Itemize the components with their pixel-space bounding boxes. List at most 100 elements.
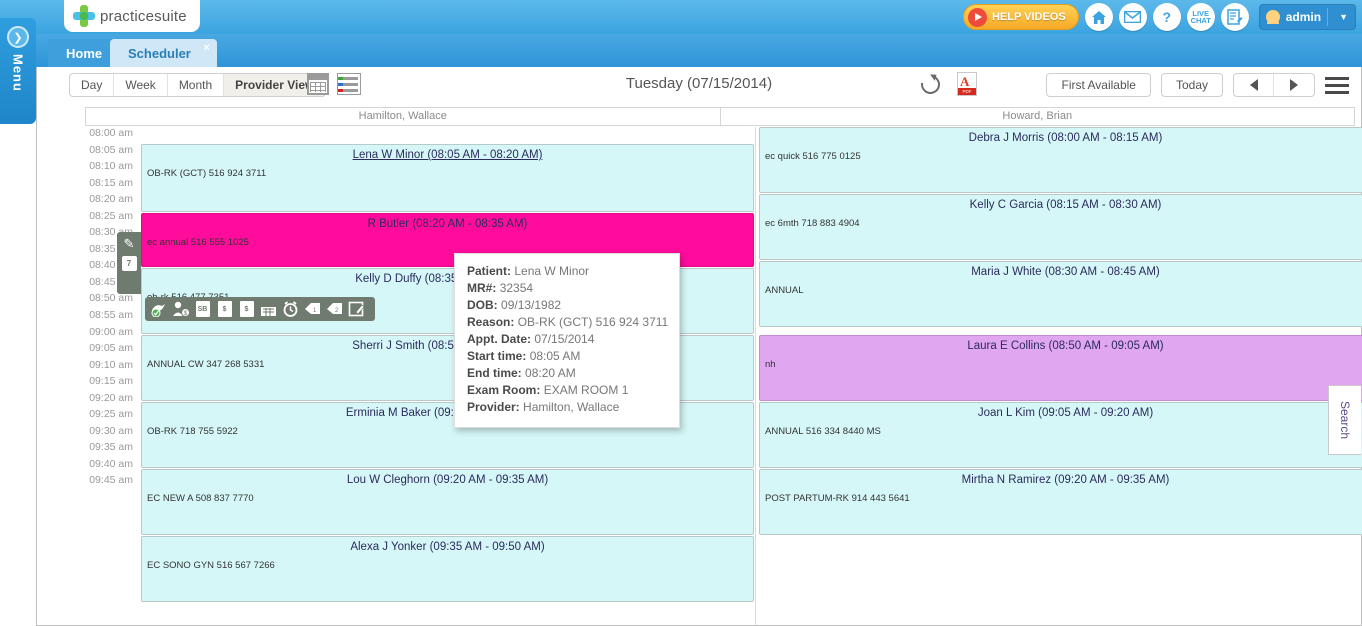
tooltip-dob-label: DOB:: [467, 298, 498, 312]
tooltip-start-label: Start time:: [467, 349, 526, 363]
tooltip-patient-value: Lena W Minor: [514, 264, 589, 278]
appointment-title[interactable]: Lou W Cleghorn (09:20 AM - 09:35 AM): [142, 470, 753, 486]
search-panel-tab[interactable]: Search: [1328, 385, 1361, 455]
pdf-export-icon[interactable]: [957, 72, 977, 96]
toolbar-right: First Available Today: [1046, 73, 1349, 97]
ledger-icon[interactable]: $: [237, 300, 256, 318]
tooltip-apptdate-label: Appt. Date:: [467, 332, 531, 346]
check-patient-icon[interactable]: [149, 300, 168, 318]
tooltip-end-value: 08:20 AM: [525, 366, 576, 380]
next-day-button[interactable]: [1274, 74, 1314, 96]
appointment-note: OB-RK (GCT) 516 924 3711: [142, 161, 753, 179]
appointment-block[interactable]: Mirtha N Ramirez (09:20 AM - 09:35 AM)PO…: [759, 469, 1362, 535]
tag-icon[interactable]: 1: [303, 300, 322, 318]
appointment-note: EC NEW A 508 837 7770: [142, 486, 753, 504]
appointment-title[interactable]: Kelly C Garcia (08:15 AM - 08:30 AM): [760, 195, 1362, 211]
app-logo[interactable]: practicesuite: [64, 0, 200, 32]
time-label: 08:05 am: [81, 144, 139, 161]
calendar-body: 08:00 am08:05 am08:10 am08:15 am08:20 am…: [37, 127, 1362, 625]
tab-strip: Home Scheduler ×: [0, 34, 1362, 67]
time-label: 09:10 am: [81, 359, 139, 376]
appointment-block[interactable]: Alexa J Yonker (09:35 AM - 09:50 AM)EC S…: [141, 536, 754, 602]
today-button[interactable]: Today: [1161, 73, 1223, 97]
first-available-button[interactable]: First Available: [1046, 73, 1150, 97]
ledger-label: $: [240, 301, 254, 317]
tooltip-reason-label: Reason:: [467, 315, 514, 329]
appointment-title[interactable]: Maria J White (08:30 AM - 08:45 AM): [760, 262, 1362, 278]
appointment-title[interactable]: Debra J Morris (08:00 AM - 08:15 AM): [760, 128, 1362, 144]
menu-arrow-glyph: ❯: [13, 31, 22, 44]
top-bar: practicesuite HELP VIDEOS ? LIVE CHAT ad…: [0, 0, 1362, 34]
appointment-block[interactable]: Lou W Cleghorn (09:20 AM - 09:35 AM)EC N…: [141, 469, 754, 535]
edit-note-icon[interactable]: [347, 300, 366, 318]
appointment-tooltip: Patient: Lena W Minor MR#: 32354 DOB: 09…: [454, 253, 680, 428]
superbill-icon[interactable]: SB: [193, 300, 212, 318]
practicesuite-cross-icon: [73, 5, 95, 27]
patient-balance-icon[interactable]: $: [171, 300, 190, 318]
appointment-note: ec 6mth 718 883 4904: [760, 211, 1362, 229]
tag-alt-icon[interactable]: 2: [325, 300, 344, 318]
tab-scheduler-label: Scheduler: [128, 46, 191, 61]
calendar-icon[interactable]: [259, 300, 278, 318]
invoice-label: $: [218, 301, 232, 317]
tooltip-reason-value: OB-RK (GCT) 516 924 3711: [518, 315, 669, 329]
column-header-provider-1: Hamilton, Wallace: [86, 108, 721, 125]
tooltip-room-value: EXAM ROOM 1: [544, 383, 629, 397]
sidebar-menu-label: Menu: [11, 54, 26, 92]
appointment-note: ANNUAL 516 334 8440 MS: [760, 419, 1362, 437]
appointment-title[interactable]: R Butler (08:20 AM - 08:35 AM): [142, 214, 753, 230]
appointment-block[interactable]: Lena W Minor (08:05 AM - 08:20 AM)OB-RK …: [141, 144, 754, 212]
close-icon[interactable]: ×: [203, 42, 209, 54]
live-chat-icon[interactable]: LIVE CHAT: [1187, 3, 1215, 31]
tooltip-room-label: Exam Room:: [467, 383, 540, 397]
help-videos-button[interactable]: HELP VIDEOS: [963, 4, 1079, 30]
appointment-note: EC SONO GYN 516 567 7266: [142, 553, 753, 571]
live-chat-line2: CHAT: [1191, 17, 1211, 25]
chevron-right-icon: [1290, 79, 1298, 91]
tooltip-patient-label: Patient:: [467, 264, 511, 278]
appointment-edit-tab[interactable]: ✎ 7: [117, 232, 141, 294]
appointment-block[interactable]: Laura E Collins (08:50 AM - 09:05 AM)nh: [759, 335, 1362, 401]
time-label: 09:35 am: [81, 441, 139, 458]
appointment-title[interactable]: Mirtha N Ramirez (09:20 AM - 09:35 AM): [760, 470, 1362, 486]
notes-icon[interactable]: [1221, 3, 1249, 31]
divider: [1327, 8, 1328, 26]
appointment-note: ec annual 516 555 1025: [142, 230, 753, 248]
chevron-down-icon[interactable]: ▼: [1334, 12, 1353, 22]
alarm-clock-icon[interactable]: [281, 300, 300, 318]
appointment-block[interactable]: Joan L Kim (09:05 AM - 09:20 AM)ANNUAL 5…: [759, 402, 1362, 468]
tooltip-start-value: 08:05 AM: [530, 349, 581, 363]
tooltip-mr-label: MR#:: [467, 281, 496, 295]
time-label: 09:00 am: [81, 326, 139, 343]
avatar: [1266, 10, 1280, 24]
appointment-title[interactable]: Laura E Collins (08:50 AM - 09:05 AM): [760, 336, 1362, 352]
appointment-title[interactable]: Lena W Minor (08:05 AM - 08:20 AM): [142, 145, 753, 161]
prev-day-button[interactable]: [1234, 74, 1274, 96]
invoice-icon[interactable]: $: [215, 300, 234, 318]
time-label: 09:25 am: [81, 408, 139, 425]
time-label: 09:40 am: [81, 458, 139, 475]
logo-text: practicesuite: [100, 8, 187, 25]
appointment-title[interactable]: Alexa J Yonker (09:35 AM - 09:50 AM): [142, 537, 753, 553]
time-label: 08:15 am: [81, 177, 139, 194]
sidebar-menu-toggle[interactable]: ❯ Menu: [0, 18, 36, 124]
home-icon[interactable]: [1085, 3, 1113, 31]
appointment-note: nh: [760, 352, 1362, 370]
help-videos-label: HELP VIDEOS: [992, 11, 1066, 23]
appointment-block[interactable]: Maria J White (08:30 AM - 08:45 AM)ANNUA…: [759, 261, 1362, 327]
date-nav: [1233, 73, 1315, 97]
tab-scheduler[interactable]: Scheduler ×: [110, 39, 217, 67]
user-menu[interactable]: admin ▼: [1259, 4, 1356, 30]
menu-hamburger-icon[interactable]: [1325, 77, 1349, 94]
appointment-block[interactable]: Debra J Morris (08:00 AM - 08:15 AM)ec q…: [759, 127, 1362, 193]
superbill-label: SB: [196, 301, 210, 317]
tab-home-label: Home: [66, 46, 102, 61]
appointment-title[interactable]: Joan L Kim (09:05 AM - 09:20 AM): [760, 403, 1362, 419]
calendar-day-icon[interactable]: 7: [122, 256, 137, 271]
mail-icon[interactable]: [1119, 3, 1147, 31]
tooltip-apptdate-value: 07/15/2014: [534, 332, 594, 346]
pencil-icon[interactable]: ✎: [124, 236, 135, 252]
appointment-block[interactable]: Kelly C Garcia (08:15 AM - 08:30 AM)ec 6…: [759, 194, 1362, 260]
question-icon[interactable]: ?: [1153, 3, 1181, 31]
time-label: 09:05 am: [81, 342, 139, 359]
